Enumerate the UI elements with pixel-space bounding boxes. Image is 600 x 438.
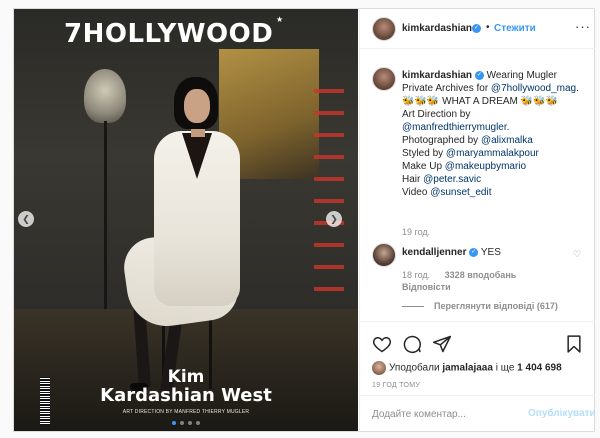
like-button[interactable] xyxy=(372,334,392,354)
verified-badge-icon: ✓ xyxy=(472,24,481,33)
caption-video-label: Video xyxy=(402,187,431,198)
comment-input[interactable] xyxy=(372,404,522,424)
author-username[interactable]: kimkardashian xyxy=(402,23,472,34)
bookmark-icon xyxy=(567,335,581,353)
magazine-title: 7HOLLYWOOD xyxy=(64,19,274,49)
post-card: 7HOLLYWOOD ★ Kim Kardashian West ART DIR… xyxy=(13,8,596,432)
cover-name-first: Kim xyxy=(167,367,205,387)
caption-hair-label: Hair xyxy=(402,174,424,185)
chevron-left-icon: ❮ xyxy=(22,214,30,224)
author-avatar[interactable] xyxy=(372,17,396,41)
caption-photo-label: Photographed by xyxy=(402,135,481,146)
mention-link[interactable]: @alixmalka xyxy=(481,135,533,146)
reply-button[interactable]: Відповісти xyxy=(402,282,451,292)
carousel-indicator xyxy=(14,421,358,425)
publish-button[interactable]: Опублікувати xyxy=(528,408,596,419)
carousel-dot xyxy=(180,421,184,425)
save-button[interactable] xyxy=(564,334,584,354)
view-replies-button[interactable]: Переглянути відповіді (617) xyxy=(402,301,558,311)
chevron-right-icon: ❯ xyxy=(330,214,338,224)
carousel-dot xyxy=(196,421,200,425)
header-separator: • xyxy=(486,22,490,33)
comment-username[interactable]: kendalljenner xyxy=(402,247,466,258)
likes-prefix: Уподобали xyxy=(389,362,443,374)
mention-link[interactable]: @makeupbymario xyxy=(445,161,526,172)
caption-art-label: Art Direction by xyxy=(402,109,471,120)
post-side-panel: kimkardashian ✓ • Стежити ··· kimkardash… xyxy=(359,9,596,431)
post-header: kimkardashian ✓ • Стежити ··· xyxy=(360,9,595,49)
mention-link[interactable]: @manfredthierrymugler. xyxy=(402,122,509,133)
liker-username[interactable]: jamalajaaa xyxy=(442,363,493,374)
mention-link[interactable]: @peter.savic xyxy=(423,174,481,185)
carousel-next-button[interactable]: ❯ xyxy=(326,211,342,227)
heart-icon xyxy=(372,336,392,353)
comment-avatar[interactable] xyxy=(372,243,396,267)
cover-studio-light xyxy=(84,69,126,123)
cover-credit: ART DIRECTION BY MANFRED THIERRY MUGLER xyxy=(122,409,250,415)
verified-badge-icon: ✓ xyxy=(474,70,484,80)
comment-composer: Опублікувати xyxy=(360,395,596,431)
carousel-dot xyxy=(188,421,192,425)
caption-username[interactable]: kimkardashian xyxy=(402,70,472,81)
post-actions xyxy=(360,321,595,361)
comment-text: kendalljenner ✓ YES xyxy=(402,247,501,258)
mention-link[interactable]: @maryammalakpour xyxy=(446,148,539,159)
magazine-star-icon: ★ xyxy=(276,15,284,24)
paper-plane-icon xyxy=(432,335,452,353)
caption-timestamp: 19 год. xyxy=(402,227,431,237)
caption-avatar[interactable] xyxy=(372,67,396,91)
cover-background-rack xyxy=(314,89,344,329)
likes-count[interactable]: 1 404 698 xyxy=(517,363,562,374)
cover-name-last: Kardashian West xyxy=(100,385,272,406)
comment-bubble-icon xyxy=(403,335,422,354)
comment-likes[interactable]: 3328 вподобань xyxy=(445,270,517,280)
caption-makeup-label: Make Up xyxy=(402,161,445,172)
comment-meta: 18 год. 3328 вподобань xyxy=(402,270,516,280)
liker-avatar xyxy=(372,361,386,375)
caption-text: kimkardashian ✓ Wearing Mugler Private A… xyxy=(402,69,582,199)
follow-button[interactable]: Стежити xyxy=(494,23,536,34)
cover-light-stand xyxy=(104,121,107,311)
carousel-dot xyxy=(172,421,176,425)
likes-summary[interactable]: Уподобали jamalajaaa і ще 1 404 698 xyxy=(372,361,562,377)
cover-face xyxy=(184,89,210,123)
caption-style-label: Styled by xyxy=(402,148,446,159)
carousel-prev-button[interactable]: ❮ xyxy=(18,211,34,227)
mention-link[interactable]: @7hollywood_mag xyxy=(491,83,576,94)
mention-link[interactable]: @sunset_edit xyxy=(430,187,491,198)
more-options-icon[interactable]: ··· xyxy=(575,19,591,34)
comment-button[interactable] xyxy=(402,334,422,354)
view-replies-label: Переглянути відповіді (617) xyxy=(434,301,558,311)
replies-divider xyxy=(402,306,424,308)
post-image[interactable]: 7HOLLYWOOD ★ Kim Kardashian West ART DIR… xyxy=(14,9,358,431)
likes-middle: і ще xyxy=(492,362,518,374)
comment-time: 18 год. xyxy=(402,270,431,280)
verified-badge-icon: ✓ xyxy=(469,247,479,257)
comment-body: YES xyxy=(480,247,501,258)
comment-like-heart-icon[interactable]: ♡ xyxy=(573,249,581,260)
share-button[interactable] xyxy=(432,334,452,354)
post-timestamp: 19 ГОД ТОМУ xyxy=(372,382,421,389)
